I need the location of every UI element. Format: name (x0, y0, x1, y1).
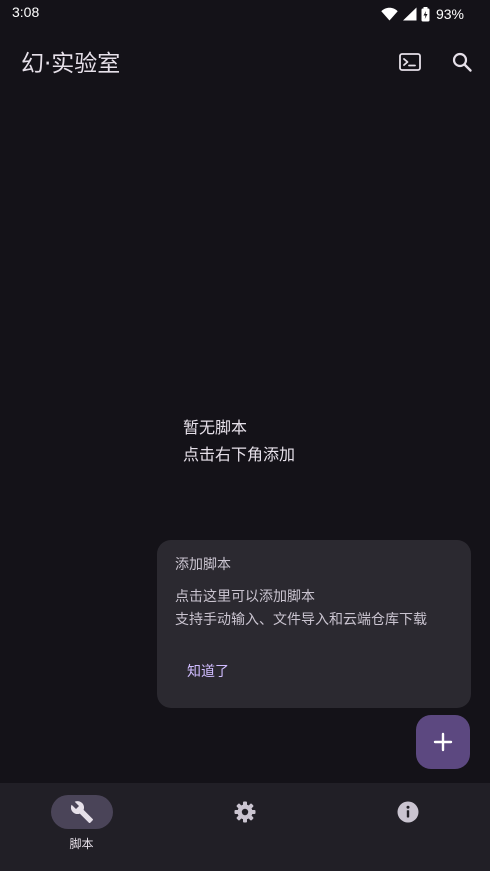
status-time: 3:08 (12, 4, 40, 20)
empty-state-title: 暂无脚本 (183, 418, 248, 437)
nav-item-about[interactable] (326, 783, 489, 871)
empty-state: 暂无脚本 点击右下角添加 (183, 414, 295, 468)
battery-percentage: 93% (435, 6, 464, 22)
nav-label-scripts: 脚本 (69, 837, 94, 851)
search-button[interactable] (448, 48, 476, 76)
nav-indicator-about (377, 795, 439, 829)
nav-active-indicator (50, 795, 113, 829)
app-title: 幻·实验室 (21, 51, 121, 77)
nav-item-scripts[interactable]: 脚本 (0, 783, 163, 871)
bottom-navigation: 脚本 (0, 783, 490, 871)
status-bar: 3:08 93% (0, 0, 490, 30)
wifi-icon (381, 7, 398, 21)
search-icon (452, 52, 472, 72)
tooltip-title: 添加脚本 (175, 557, 231, 573)
tooltip-line-2: 支持手动输入、文件导入和云端仓库下载 (175, 612, 427, 628)
terminal-button[interactable] (396, 48, 424, 76)
gear-icon (234, 801, 255, 823)
add-script-tooltip: 添加脚本 点击这里可以添加脚本 支持手动输入、文件导入和云端仓库下载 知道了 (157, 540, 471, 708)
empty-state-hint: 点击右下角添加 (183, 445, 296, 464)
status-icons: 93% (381, 6, 464, 22)
terminal-icon (399, 53, 421, 71)
got-it-button[interactable]: 知道了 (187, 661, 229, 681)
plus-icon (433, 732, 453, 752)
battery-icon (421, 6, 430, 21)
nav-item-settings[interactable] (163, 783, 326, 871)
add-script-fab[interactable] (416, 715, 470, 769)
tooltip-line-1: 点击这里可以添加脚本 (175, 589, 315, 605)
info-icon (397, 801, 418, 823)
signal-icon (402, 7, 417, 21)
app-bar: 幻·实验室 (0, 36, 490, 86)
tooltip-body: 点击这里可以添加脚本 支持手动输入、文件导入和云端仓库下载 (175, 586, 427, 632)
nav-indicator-settings (214, 795, 276, 829)
wrench-icon (70, 801, 93, 823)
